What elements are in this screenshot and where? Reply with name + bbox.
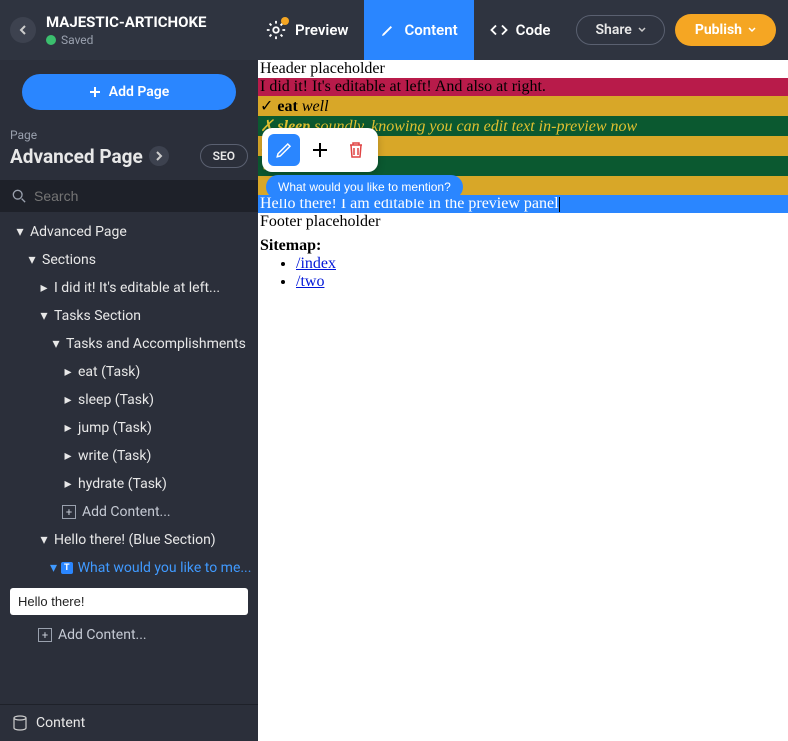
page-section-label: Page [10,128,258,142]
tab-content[interactable]: Content [364,0,473,60]
bottom-content-label: Content [36,715,85,731]
preview-did-it-line[interactable]: I did it! It's editable at left! And als… [258,78,788,96]
tab-preview[interactable]: Preview [249,0,364,60]
code-icon [490,23,508,37]
plus-box-icon: + [38,628,52,642]
floating-toolbar [262,128,378,172]
page-title-text: Advanced Page [10,145,143,168]
project-block: MAJESTIC-ARTICHOKE Saved [46,13,206,47]
add-page-label: Add Page [109,84,170,100]
tree-root[interactable]: ▾Advanced Page [0,218,258,246]
tree-item-task-sleep[interactable]: ▸sleep (Task) [0,386,258,414]
preview-sitemap-heading: Sitemap: [258,237,788,255]
chevron-right-icon [149,146,169,166]
tree-add-content-2[interactable]: +Add Content... [0,621,258,649]
tree-item-task-hydrate[interactable]: ▸hydrate (Task) [0,470,258,498]
plus-icon [89,86,101,98]
field-tooltip: What would you like to mention? [266,175,463,199]
text-cursor-icon [559,197,560,212]
tab-preview-label: Preview [295,21,348,39]
preview-header-placeholder: Header placeholder [258,60,788,78]
tab-code-label: Code [516,21,551,39]
sitemap-list: /index /two [258,255,788,291]
tree-item-task-write[interactable]: ▸write (Task) [0,442,258,470]
publish-button[interactable]: Publish [675,14,776,46]
trash-icon [348,141,364,159]
search-input[interactable] [34,188,246,204]
chevron-down-icon [638,27,646,33]
sitemap-item: /two [296,273,788,291]
chevron-down-icon [748,27,756,33]
preview-task-eat[interactable]: eat well [258,96,788,116]
tree-item-tasks-accomp[interactable]: ▾Tasks and Accomplishments [0,330,258,358]
preview-footer-placeholder: Footer placeholder [258,213,788,231]
page-tree: ▾Advanced Page ▾Sections ▸I did it! It's… [0,212,258,655]
edit-button[interactable] [268,134,300,166]
bottom-content-button[interactable]: Content [0,704,258,741]
search-row[interactable] [0,180,258,212]
add-page-button[interactable]: Add Page [22,74,236,110]
saved-status: Saved [61,33,93,47]
pencil-icon [380,22,396,38]
saved-indicator-icon [46,35,56,45]
tree-item-tasks-section[interactable]: ▾Tasks Section [0,302,258,330]
tree-edit-input[interactable] [10,588,248,615]
plus-icon [311,141,329,159]
preview-panel: Header placeholder I did it! It's editab… [258,60,788,741]
sidebar: Add Page Page Advanced Page SEO ▾Advance… [0,60,258,741]
share-button[interactable]: Share [576,15,664,45]
page-title[interactable]: Advanced Page [10,145,169,168]
pencil-icon [275,141,293,159]
plus-box-icon: + [62,505,76,519]
database-icon [12,715,28,731]
gear-icon [265,19,287,41]
sitemap-item: /index [296,255,788,273]
delete-button[interactable] [340,134,372,166]
text-type-icon: T [61,562,73,574]
publish-label: Publish [695,22,742,38]
search-icon [12,189,26,203]
chevron-left-icon [18,25,28,35]
tree-add-content-1[interactable]: +Add Content... [0,498,258,526]
tab-content-label: Content [404,21,457,39]
tree-item-hello-section[interactable]: ▾Hello there! (Blue Section) [0,526,258,554]
tree-item-mention[interactable]: ▾TWhat would you like to me... [0,554,258,582]
tab-code[interactable]: Code [474,0,567,60]
back-button[interactable] [10,17,36,43]
tree-item-task-jump[interactable]: ▸jump (Task) [0,414,258,442]
tree-item-did-it[interactable]: ▸I did it! It's editable at left... [0,274,258,302]
share-label: Share [595,22,631,38]
notification-badge-icon [281,17,289,25]
sitemap-link-two[interactable]: /two [296,273,324,290]
seo-button[interactable]: SEO [200,144,248,168]
project-name: MAJESTIC-ARTICHOKE [46,13,206,31]
tree-sections[interactable]: ▾Sections [0,246,258,274]
tree-item-task-eat[interactable]: ▸eat (Task) [0,358,258,386]
add-button[interactable] [304,134,336,166]
sitemap-link-index[interactable]: /index [296,255,336,272]
